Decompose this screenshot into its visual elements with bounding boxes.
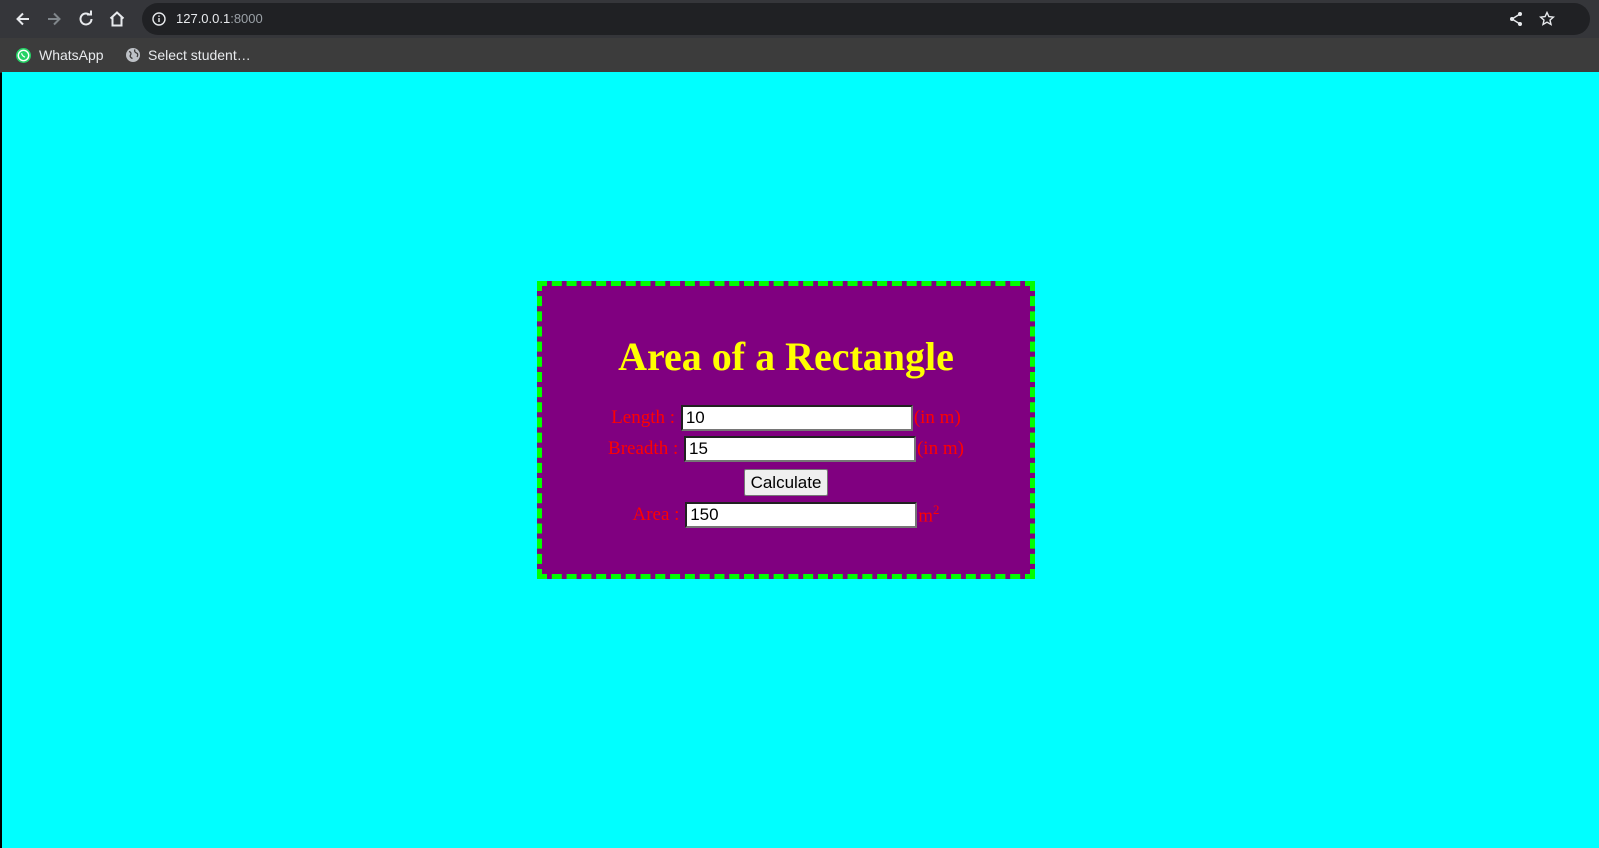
bookmark-label: WhatsApp (39, 47, 104, 63)
home-icon (109, 11, 125, 27)
bookmark-whatsapp[interactable]: WhatsApp (15, 45, 104, 65)
breadth-label: Breadth : (608, 438, 679, 459)
length-unit: (in m) (913, 407, 961, 428)
calculate-row: Calculate (542, 469, 1030, 496)
breadth-row: Breadth : (in m) (542, 436, 1030, 462)
globe-icon (126, 48, 140, 62)
area-unit-base: m (918, 505, 933, 527)
breadth-input[interactable] (683, 436, 916, 462)
bookmark-label: Select student… (148, 47, 251, 63)
address-bar[interactable]: 127.0.0.1:8000 (142, 3, 1590, 35)
page-viewport: Area of a Rectangle Length : (in m) Brea… (2, 72, 1599, 848)
url-host: 127.0.0.1 (176, 11, 231, 26)
length-row: Length : (in m) (542, 405, 1030, 431)
info-icon[interactable] (152, 12, 166, 26)
area-unit: m2 (918, 502, 939, 527)
arrow-right-icon (48, 12, 61, 26)
length-input[interactable] (680, 405, 913, 431)
reload-button[interactable] (73, 6, 99, 32)
url-text[interactable]: 127.0.0.1:8000 (176, 11, 263, 26)
whatsapp-icon (16, 47, 31, 63)
browser-toolbar: 127.0.0.1:8000 (0, 0, 1599, 38)
url-port: :8000 (230, 11, 263, 26)
area-label: Area : (632, 504, 680, 525)
area-row: Area : m2 (542, 502, 1030, 528)
browser-chrome: 127.0.0.1:8000 WhatsApp Select student… (0, 0, 1599, 73)
bookmark-select-student[interactable]: Select student… (125, 45, 251, 65)
forward-button[interactable] (41, 6, 67, 32)
breadth-unit: (in m) (916, 438, 964, 459)
bookmarks-bar: WhatsApp Select student… (0, 38, 1599, 73)
share-icon[interactable] (1508, 11, 1524, 27)
back-button[interactable] (10, 6, 36, 32)
reload-icon (79, 10, 93, 26)
page-title: Area of a Rectangle (618, 334, 954, 379)
home-button[interactable] (104, 6, 130, 32)
bookmark-star-icon[interactable] (1539, 11, 1555, 27)
length-label: Length : (611, 407, 676, 428)
calculate-button[interactable]: Calculate (743, 469, 829, 496)
calculator-box: Area of a Rectangle Length : (in m) Brea… (537, 281, 1035, 579)
area-output[interactable] (685, 502, 918, 528)
arrow-left-icon (16, 12, 29, 26)
area-unit-superscript: 2 (932, 502, 940, 518)
